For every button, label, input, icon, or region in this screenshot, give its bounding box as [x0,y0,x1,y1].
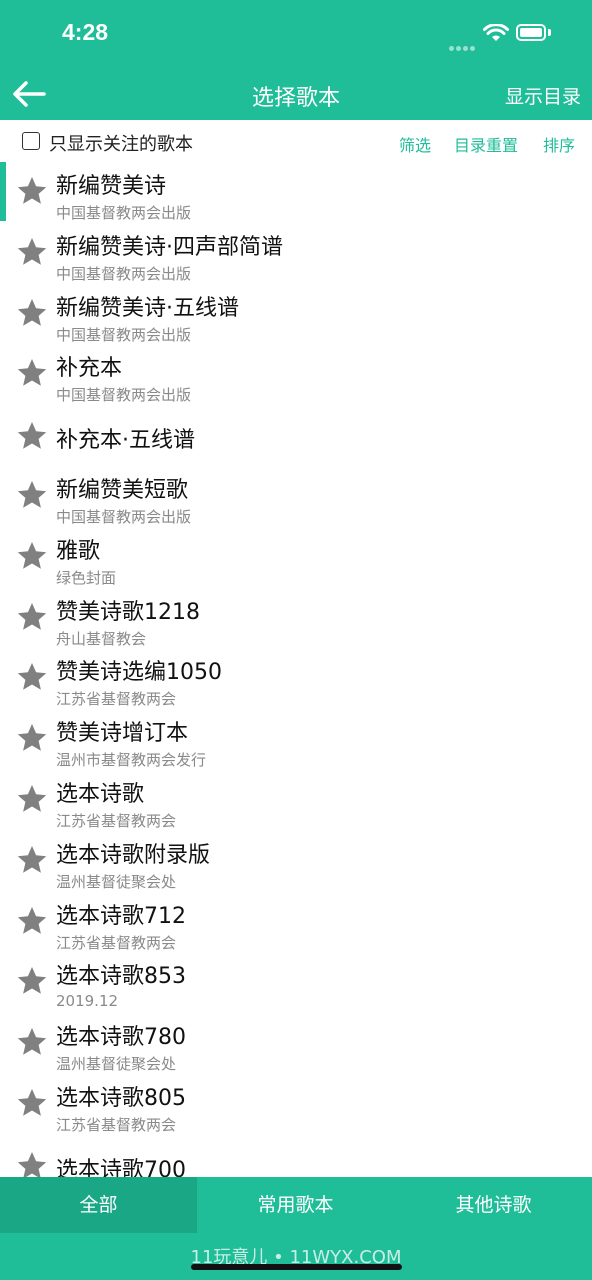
filter-button[interactable]: 筛选 [399,132,431,156]
songbook-publisher: 绿色封面 [56,568,117,587]
show-catalog-button[interactable]: 显示目录 [505,82,581,109]
songbook-title: 选本诗歌700 [56,1157,186,1177]
star-icon[interactable] [16,236,48,268]
nav-bar: 选择歌本 显示目录 [0,68,592,120]
songbook-row[interactable]: 补充本中国基督教两会出版 [0,344,592,405]
songbook-title: 选本诗歌 [56,782,145,807]
signal-icon [449,36,477,55]
star-icon[interactable] [16,479,48,511]
songbook-publisher: 温州基督徒聚会处 [56,872,177,891]
tab-common-books[interactable]: 常用歌本 [197,1177,394,1233]
songbook-row[interactable]: 选本诗歌805 江苏省基督教两会 [0,1074,592,1135]
songbook-row[interactable]: 新编赞美诗·四声部简谱中国基督教两会出版 [0,223,592,284]
sort-button[interactable]: 排序 [543,132,575,156]
star-icon[interactable] [16,965,48,997]
wifi-icon [483,24,509,41]
selected-indicator [0,162,6,221]
star-icon[interactable] [16,722,48,754]
songbook-title: 新编赞美诗·五线谱 [56,295,239,321]
songbook-row[interactable]: 新编赞美诗·五线谱中国基督教两会出版 [0,284,592,345]
songbook-title: 赞美诗选编1050 [56,660,222,686]
star-icon[interactable] [16,357,48,389]
songbook-list[interactable]: 新编赞美诗 中国基督教两会出版 新编赞美诗·四声部简谱 中国基督教两会出版 新编赞美诗·… [0,162,592,1177]
star-icon[interactable] [16,905,48,937]
songbook-row[interactable]: 赞美诗选编1050 江苏省基督教两会 [0,648,592,709]
status-bar: 4:28 [0,0,592,68]
songbook-row[interactable]: 赞美诗歌1218 舟山基督教会 [0,588,592,649]
songbook-row[interactable]: 选本诗歌附录版温州基督徒聚会处 [0,831,592,892]
songbook-row[interactable]: 选本诗歌780 温州基督徒聚会处 [0,1013,592,1074]
songbook-publisher: 温州基督徒聚会处 [56,1055,177,1074]
songbook-publisher: 中国基督教两会出版 [56,386,192,405]
status-time: 4:28 [62,19,109,45]
songbook-title: 赞美诗歌1218 [56,599,200,625]
songbook-title: 新编赞美诗 [56,174,167,199]
star-icon[interactable] [16,601,48,633]
star-icon[interactable] [16,420,48,452]
songbook-row[interactable]: 新编赞美诗中国基督教两会出版 [0,162,592,223]
songbook-publisher: 中国基督教两会出版 [56,264,192,283]
songbook-row[interactable]: 选本诗歌853 2019.12 [0,952,592,1013]
star-icon[interactable] [16,297,48,329]
songbook-publisher: 温州市基督教两会发行 [56,751,207,770]
songbook-title: 选本诗歌853 [56,964,186,990]
battery-icon [516,24,546,41]
star-icon[interactable] [16,1150,48,1177]
bottom-bar: 11玩意儿 • 11WYX.COM [0,1233,592,1280]
reset-catalog-button[interactable]: 目录重置 [454,132,518,156]
songbook-title: 选本诗歌805 [56,1086,186,1111]
star-icon[interactable] [16,844,48,876]
songbook-publisher: 中国基督教两会出版 [56,204,192,222]
follow-only-label[interactable]: 只显示关注的歌本 [49,130,193,156]
songbook-row[interactable]: 新编赞美短歌中国基督教两会出版 [0,466,592,527]
page-title: 选择歌本 [251,86,340,111]
songbook-row[interactable]: 选本诗歌江苏省基督教两会 [0,770,592,831]
follow-only-checkbox[interactable] [22,132,40,150]
star-icon[interactable] [16,540,48,572]
home-indicator[interactable] [191,1264,402,1270]
songbook-title: 新编赞美短歌 [56,478,189,503]
songbook-row[interactable]: 补充本·五线谱 [0,405,592,466]
songbook-publisher: 江苏省基督教两会 [56,690,177,709]
star-icon[interactable] [16,783,48,815]
songbook-title: 选本诗歌712 [56,903,186,929]
songbook-publisher: 中国基督教两会出版 [56,508,192,526]
star-icon[interactable] [16,1026,48,1058]
battery-cap [548,29,551,36]
songbook-publisher: 江苏省基督教两会 [56,933,177,952]
star-icon[interactable] [16,1087,48,1119]
songbook-title: 雅歌 [56,538,101,564]
songbook-row[interactable]: 选本诗歌712 江苏省基督教两会 [0,892,592,953]
songbook-row[interactable]: 选本诗歌700 [0,1135,592,1177]
tab-all[interactable]: 全部 [0,1177,197,1233]
songbook-title: 选本诗歌附录版 [56,842,211,868]
songbook-title: 选本诗歌780 [56,1025,186,1051]
songbook-title: 新编赞美诗·四声部简谱 [56,234,283,260]
songbook-title: 补充本 [56,356,123,382]
star-icon[interactable] [16,661,48,693]
songbook-publisher: 江苏省基督教两会 [56,812,177,830]
songbook-publisher: 中国基督教两会出版 [56,325,192,344]
tab-bar: 全部 常用歌本 其他诗歌 [0,1177,592,1233]
songbook-publisher: 舟山基督教会 [56,629,147,648]
songbook-title: 补充本·五线谱 [56,428,195,454]
star-icon[interactable] [16,175,48,207]
songbook-row[interactable]: 雅歌 绿色封面 [0,527,592,588]
tab-other-songs[interactable]: 其他诗歌 [395,1177,592,1233]
songbook-publisher: 江苏省基督教两会 [56,1116,177,1134]
songbook-row[interactable]: 赞美诗增订本温州市基督教两会发行 [0,709,592,770]
songbook-title: 赞美诗增订本 [56,721,189,747]
songbook-publisher: 2019.12 [56,992,119,1011]
